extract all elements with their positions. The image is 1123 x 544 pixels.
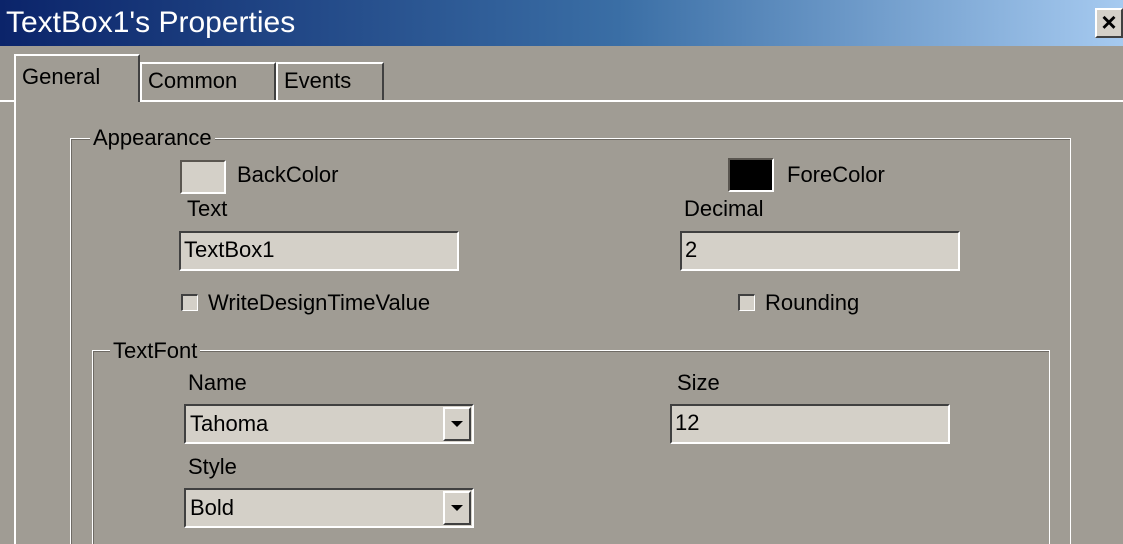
font-name-select[interactable]: Tahoma (184, 404, 474, 444)
font-name-dropdown-button[interactable] (443, 407, 471, 441)
decimal-label: Decimal (684, 196, 764, 221)
font-style-label: Style (188, 454, 237, 479)
font-name-label: Name (188, 370, 247, 395)
tab-panel-border-left (14, 100, 16, 544)
close-icon: × (1101, 7, 1117, 37)
tab-general-label: General (22, 64, 101, 89)
backcolor-swatch[interactable] (180, 160, 226, 194)
text-input[interactable]: TextBox1 (179, 231, 459, 271)
font-style-select[interactable]: Bold (184, 488, 474, 528)
text-label: Text (187, 196, 228, 221)
tab-panel-border (0, 100, 1123, 102)
textfont-group-label: TextFont (110, 339, 201, 363)
chevron-down-icon (451, 421, 463, 427)
tab-events-label: Events (284, 68, 352, 93)
tab-general[interactable]: General (14, 54, 140, 102)
close-button[interactable]: × (1095, 8, 1123, 38)
forecolor-swatch[interactable] (728, 158, 774, 192)
appearance-group-label: Appearance (90, 126, 215, 150)
rounding-label: Rounding (765, 290, 860, 315)
font-size-label: Size (677, 370, 720, 395)
backcolor-label: BackColor (237, 162, 339, 187)
write-design-time-value-checkbox[interactable] (181, 294, 198, 311)
chevron-down-icon (451, 505, 463, 511)
title-bar[interactable]: TextBox1's Properties × (0, 0, 1123, 46)
tab-common-label: Common (148, 68, 238, 93)
forecolor-label: ForeColor (787, 162, 885, 187)
window-title: TextBox1's Properties (6, 6, 296, 39)
write-design-time-value-label: WriteDesignTimeValue (208, 290, 431, 315)
font-style-dropdown-button[interactable] (443, 491, 471, 525)
rounding-checkbox[interactable] (738, 294, 755, 311)
font-style-value: Bold (190, 495, 235, 520)
font-size-input[interactable]: 12 (670, 404, 950, 444)
font-name-value: Tahoma (190, 411, 269, 436)
tab-events[interactable]: Events (276, 62, 384, 100)
decimal-input[interactable]: 2 (680, 231, 960, 271)
tab-common[interactable]: Common (140, 62, 276, 100)
properties-dialog: TextBox1's Properties × General Common E… (0, 0, 1123, 544)
